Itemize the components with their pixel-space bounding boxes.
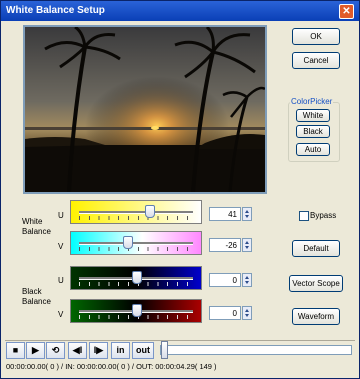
black-u-label: U — [58, 276, 64, 285]
white-v-ticks — [79, 247, 193, 251]
white-v-slider[interactable] — [70, 231, 202, 255]
white-u-ticks — [79, 216, 193, 220]
white-u-slider[interactable] — [70, 200, 202, 224]
black-u-input[interactable]: 0 — [209, 273, 241, 287]
white-v-thumb[interactable] — [122, 236, 133, 249]
colorpicker-label: ColorPicker — [290, 97, 334, 106]
black-v-thumb[interactable] — [132, 304, 142, 317]
white-u-track — [79, 211, 193, 214]
close-button[interactable]: ✕ — [339, 4, 354, 19]
colorpicker-black-button[interactable]: Black — [296, 125, 330, 138]
timeline-scrubber[interactable] — [160, 345, 352, 355]
vector-scope-button[interactable]: Vector Scope — [289, 275, 343, 292]
prev-frame-button[interactable]: ◀I — [68, 342, 87, 359]
black-v-input[interactable]: 0 — [209, 306, 241, 320]
white-u-thumb[interactable] — [144, 205, 155, 218]
black-u-slider[interactable] — [70, 266, 202, 290]
in-button[interactable]: in — [111, 342, 130, 359]
cancel-button[interactable]: Cancel — [292, 52, 340, 69]
white-v-track — [79, 242, 193, 245]
play-button[interactable]: ▶ — [26, 342, 45, 359]
white-balance-dialog: White Balance Setup ✕ OK Cancel ColorPic… — [0, 0, 360, 379]
colorpicker-white-button[interactable]: White — [296, 109, 330, 122]
colorpicker-auto-button[interactable]: Auto — [296, 143, 330, 156]
status-timecode: 00:00:00.00( 0 ) / IN: 00:00:00.00( 0 ) … — [6, 362, 217, 371]
loop-button[interactable]: ⟲ — [46, 342, 65, 359]
video-preview — [23, 25, 267, 194]
bypass-label[interactable]: Bypass — [310, 211, 336, 220]
white-u-input[interactable]: 41 — [209, 207, 241, 221]
bypass-checkbox[interactable] — [299, 211, 309, 221]
white-u-label: U — [58, 211, 64, 220]
black-u-spinner[interactable] — [242, 273, 252, 287]
title-bar[interactable]: White Balance Setup ✕ — [1, 1, 359, 21]
ok-button[interactable]: OK — [292, 28, 340, 45]
out-button[interactable]: out — [132, 342, 154, 359]
white-v-label: V — [58, 242, 64, 251]
default-button[interactable]: Default — [292, 240, 340, 257]
white-u-spinner[interactable] — [242, 207, 252, 221]
black-u-thumb[interactable] — [132, 271, 142, 284]
stop-button[interactable]: ■ — [6, 342, 25, 359]
white-balance-label: White Balance — [22, 217, 51, 236]
black-v-slider[interactable] — [70, 299, 202, 323]
white-v-spinner[interactable] — [242, 238, 252, 252]
black-balance-label: Black Balance — [22, 287, 51, 306]
next-frame-button[interactable]: I▶ — [89, 342, 108, 359]
sunset-preview-image — [25, 27, 265, 192]
waveform-button[interactable]: Waveform — [292, 308, 340, 325]
black-v-label: V — [58, 310, 64, 319]
black-v-spinner[interactable] — [242, 306, 252, 320]
timeline-thumb[interactable] — [161, 341, 168, 359]
window-title: White Balance Setup — [6, 5, 105, 16]
white-v-input[interactable]: -26 — [209, 238, 241, 252]
